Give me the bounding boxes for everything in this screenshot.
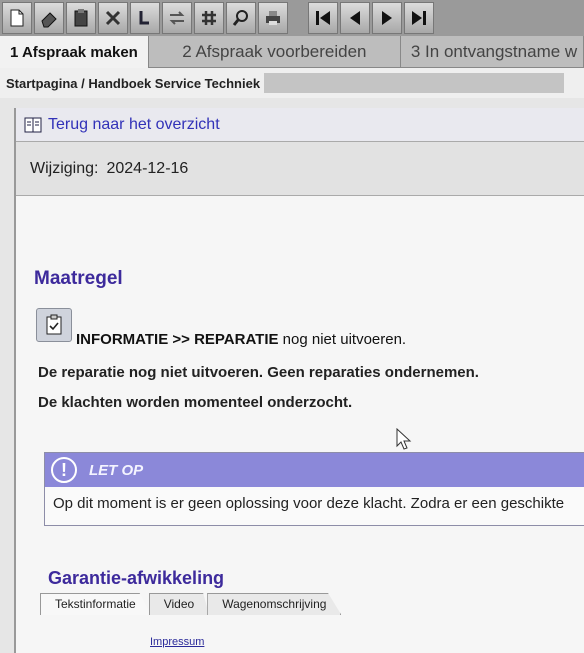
tab-afspraak-maken[interactable]: 1 Afspraak maken xyxy=(0,36,149,68)
body-line-2: De klachten worden momenteel onderzocht. xyxy=(38,394,353,411)
next-page-icon xyxy=(382,11,392,25)
subtab-video[interactable]: Video xyxy=(148,593,210,615)
book-icon xyxy=(24,117,42,132)
redacted-area xyxy=(264,73,565,93)
back-to-overview-link[interactable]: Terug naar het overzicht xyxy=(48,116,220,134)
eraser-icon xyxy=(41,12,57,28)
eraser-button[interactable] xyxy=(34,2,64,34)
impressum-link[interactable]: Impressum xyxy=(150,636,204,648)
mouse-cursor-icon xyxy=(396,428,412,450)
previous-page-icon xyxy=(350,11,360,25)
tools-icon xyxy=(105,10,121,26)
swap-button[interactable] xyxy=(162,2,192,34)
notice-header: ! LET OP xyxy=(45,453,584,487)
clipboard-check-box xyxy=(36,308,72,342)
text-cursor-icon xyxy=(139,11,149,25)
first-page-icon xyxy=(316,11,330,25)
print-button[interactable] xyxy=(258,2,288,34)
back-row: Terug naar het overzicht xyxy=(16,108,584,142)
hash-button[interactable] xyxy=(194,2,224,34)
previous-page-button[interactable] xyxy=(340,2,370,34)
subtab-wagenomschrijving[interactable]: Wagenomschrijving xyxy=(207,593,342,615)
hash-icon xyxy=(202,11,216,25)
breadcrumb-bar: Startpagina / Handboek Service Techniek xyxy=(0,68,584,98)
print-icon xyxy=(266,11,280,25)
notice-text: Op dit moment is er geen oplossing voor … xyxy=(53,495,565,512)
search-button[interactable] xyxy=(226,2,256,34)
clipboard-check-icon xyxy=(46,314,62,335)
tools-button[interactable] xyxy=(98,2,128,34)
notice-box: ! LET OP Op dit moment is er geen oploss… xyxy=(44,452,584,526)
info-line: INFORMATIE >> REPARATIE nog niet uitvoer… xyxy=(76,331,406,348)
first-page-button[interactable] xyxy=(308,2,338,34)
subtab-tekstinformatie[interactable]: Tekstinformatie xyxy=(40,593,151,615)
subtab-bar: Tekstinformatie Video Wagenomschrijving xyxy=(40,593,342,615)
clipboard-button[interactable] xyxy=(66,2,96,34)
tab-in-ontvangstname[interactable]: 3 In ontvangstname w xyxy=(401,36,584,68)
last-page-icon xyxy=(412,11,426,25)
info-rest: nog niet uitvoeren. xyxy=(278,331,407,348)
toolbar xyxy=(0,0,584,36)
warning-icon: ! xyxy=(51,457,77,483)
change-label: Wijziging: xyxy=(30,159,99,177)
search-icon xyxy=(232,10,248,26)
document-panel: Terug naar het overzicht Wijziging: 2024… xyxy=(14,108,584,653)
tab-bar: 1 Afspraak maken 2 Afspraak voorbereiden… xyxy=(0,36,584,68)
next-page-button[interactable] xyxy=(372,2,402,34)
tab-afspraak-voorbereiden[interactable]: 2 Afspraak voorbereiden xyxy=(149,36,401,68)
notice-title: LET OP xyxy=(89,461,144,479)
warranty-title: Garantie-afwikkeling xyxy=(48,568,225,588)
section-title: Maatregel xyxy=(34,268,123,289)
text-cursor-button[interactable] xyxy=(130,2,160,34)
swap-icon xyxy=(169,11,185,25)
change-date-row: Wijziging: 2024-12-16 xyxy=(16,142,584,196)
new-document-icon xyxy=(10,9,24,27)
breadcrumb[interactable]: Startpagina / Handboek Service Techniek xyxy=(6,76,260,91)
content-area: Terug naar het overzicht Wijziging: 2024… xyxy=(0,98,584,653)
clipboard-icon xyxy=(74,9,88,27)
body-line-1: De reparatie nog niet uitvoeren. Geen re… xyxy=(38,364,479,381)
change-date: 2024-12-16 xyxy=(106,159,189,177)
info-bold: INFORMATIE >> REPARATIE xyxy=(76,331,279,348)
new-document-button[interactable] xyxy=(2,2,32,34)
last-page-button[interactable] xyxy=(404,2,434,34)
